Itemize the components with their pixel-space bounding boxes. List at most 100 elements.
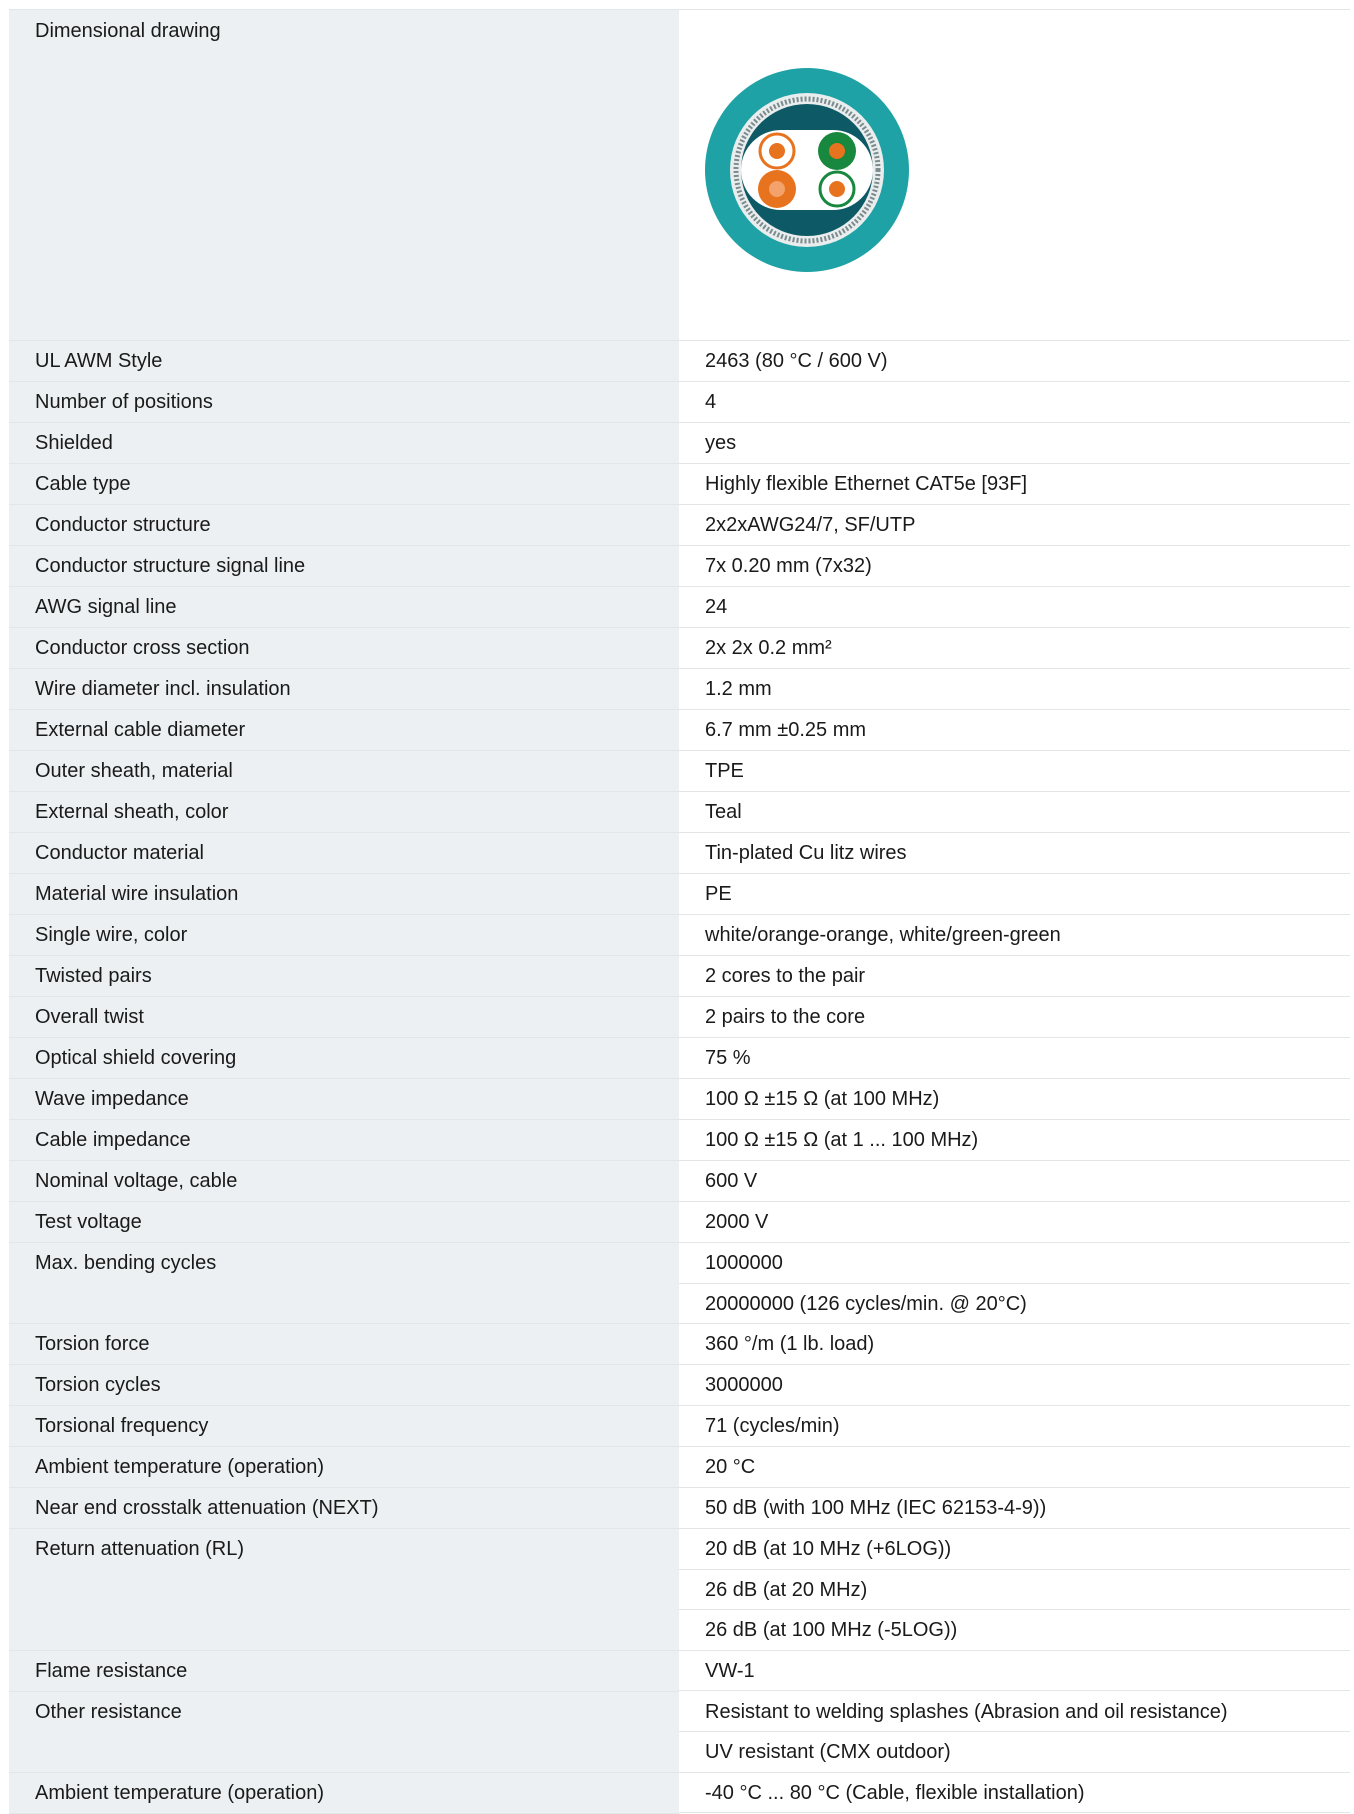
value-cell: 71 (cycles/min) bbox=[679, 1406, 1350, 1447]
value-cell: 100 Ω ±15 Ω (at 1 ... 100 MHz) bbox=[679, 1120, 1350, 1161]
value-cell: 20 dB (at 10 MHz (+6LOG)) 26 dB (at 20 MH… bbox=[679, 1529, 1350, 1651]
label-cell: Twisted pairs bbox=[9, 956, 679, 997]
value-cell: white/orange-orange, white/green-green bbox=[679, 915, 1350, 956]
row-value: 75 % bbox=[679, 1038, 1350, 1079]
value-cell: 2x 2x 0.2 mm² bbox=[679, 628, 1350, 669]
value-cell: yes bbox=[679, 423, 1350, 464]
table-row: Shielded yes bbox=[9, 423, 1350, 464]
table-row: Conductor cross section 2x 2x 0.2 mm² bbox=[9, 628, 1350, 669]
row-value: Tin-plated Cu litz wires bbox=[679, 833, 1350, 874]
label-cell: Flame resistance bbox=[9, 1650, 679, 1692]
value-cell: 100 Ω ±15 Ω (at 100 MHz) bbox=[679, 1079, 1350, 1120]
row-label: Return attenuation (RL) bbox=[35, 1538, 245, 1560]
table-row: Cable impedance 100 Ω ±15 Ω (at 1 ... 100… bbox=[9, 1120, 1350, 1161]
label-cell: Torsional frequency bbox=[9, 1406, 679, 1447]
row-label: Cable impedance bbox=[35, 1129, 191, 1151]
value-cell: -40 °C ... 80 °C (Cable, flexible instal… bbox=[679, 1772, 1350, 1814]
table-row: Torsional frequency 71 (cycles/min) bbox=[9, 1406, 1350, 1447]
table-row: Test voltage 2000 V bbox=[9, 1202, 1350, 1243]
table-row: Cable type Highly flexible Ethernet CAT5e… bbox=[9, 464, 1350, 505]
table-row: Optical shield covering 75 % bbox=[9, 1038, 1350, 1079]
value-cell: Highly flexible Ethernet CAT5e [93F] bbox=[679, 464, 1350, 505]
table-row: Torsion cycles 3000000 bbox=[9, 1365, 1350, 1406]
table-row: Single wire, color white/orange-orange, w… bbox=[9, 915, 1350, 956]
table-row: Ambient temperature (operation) -40 °C ..… bbox=[9, 1772, 1350, 1814]
row-label: Nominal voltage, cable bbox=[35, 1170, 238, 1192]
label-cell: Shielded bbox=[9, 423, 679, 464]
label-cell: Torsion force bbox=[9, 1324, 679, 1365]
row-value: TPE bbox=[679, 751, 1350, 792]
table-row: Other resistance Resistant to welding spl… bbox=[9, 1691, 1350, 1773]
value-cell: 2 pairs to the core bbox=[679, 997, 1350, 1038]
table-row: Conductor structure signal line 7x 0.20 m… bbox=[9, 546, 1350, 587]
label-cell: External sheath, color bbox=[9, 792, 679, 833]
label-cell: Torsion cycles bbox=[9, 1365, 679, 1406]
row-label: Torsional frequency bbox=[35, 1415, 209, 1437]
row-label: Flame resistance bbox=[35, 1659, 188, 1682]
row-value: Teal bbox=[679, 792, 1350, 833]
table-row: Conductor structure 2x2xAWG24/7, SF/UTP bbox=[9, 505, 1350, 546]
label-cell: Ambient temperature (operation) bbox=[9, 1772, 679, 1814]
table-row: Max. bending cycles 1000000 20000000 (126 … bbox=[9, 1243, 1350, 1324]
row-value: PE bbox=[679, 874, 1350, 915]
value-cell: 1000000 20000000 (126 cycles/min. @ 20°C) bbox=[679, 1243, 1350, 1324]
label-cell: Test voltage bbox=[9, 1202, 679, 1243]
label-cell: Optical shield covering bbox=[9, 1038, 679, 1079]
table-row: Flame resistance VW-1 bbox=[9, 1650, 1350, 1692]
value-cell: 360 °/m (1 lb. load) bbox=[679, 1324, 1350, 1365]
table-row: Overall twist 2 pairs to the core bbox=[9, 997, 1350, 1038]
label-cell: Wave impedance bbox=[9, 1079, 679, 1120]
value-cell: 3000000 bbox=[679, 1365, 1350, 1406]
row-label: Conductor cross section bbox=[35, 637, 250, 659]
table-row: Material wire insulation PE bbox=[9, 874, 1350, 915]
value-cell: 600 V bbox=[679, 1161, 1350, 1202]
label-cell: Cable type bbox=[9, 464, 679, 505]
value-cell: PE bbox=[679, 874, 1350, 915]
row-value: 20 °C bbox=[679, 1447, 1350, 1488]
row-value: 2x 2x 0.2 mm² bbox=[679, 628, 1350, 669]
value-cell: Resistant to welding splashes (Abrasion … bbox=[679, 1691, 1350, 1773]
row-label: Ambient temperature (operation) bbox=[35, 1781, 325, 1804]
row-label: Outer sheath, material bbox=[35, 760, 233, 782]
row-value: 20 dB (at 10 MHz (+6LOG)) bbox=[679, 1529, 1350, 1570]
row-label: Other resistance bbox=[35, 1700, 182, 1723]
label-cell: Conductor material bbox=[9, 833, 679, 874]
row-value: 100 Ω ±15 Ω (at 1 ... 100 MHz) bbox=[679, 1120, 1350, 1161]
label-cell: AWG signal line bbox=[9, 587, 679, 628]
row-label: Number of positions bbox=[35, 391, 213, 413]
row-label: Overall twist bbox=[35, 1006, 144, 1028]
table-row: External sheath, color Teal bbox=[9, 792, 1350, 833]
label-cell: Material wire insulation bbox=[9, 874, 679, 915]
row-value: 2 cores to the pair bbox=[679, 956, 1350, 997]
row-value: VW-1 bbox=[679, 1651, 1350, 1691]
label-cell: Nominal voltage, cable bbox=[9, 1161, 679, 1202]
table-row: Torsion force 360 °/m (1 lb. load) bbox=[9, 1324, 1350, 1365]
label-cell: Max. bending cycles bbox=[9, 1243, 679, 1324]
value-cell: 7x 0.20 mm (7x32) bbox=[679, 546, 1350, 587]
row-value: 71 (cycles/min) bbox=[679, 1406, 1350, 1447]
label-cell: Other resistance bbox=[9, 1691, 679, 1773]
row-label: External sheath, color bbox=[35, 801, 229, 823]
value-cell: Tin-plated Cu litz wires bbox=[679, 833, 1350, 874]
label-cell: Conductor structure signal line bbox=[9, 546, 679, 587]
row-label: Conductor material bbox=[35, 842, 204, 864]
row-label: Material wire insulation bbox=[35, 883, 239, 905]
table-row: External cable diameter 6.7 mm ±0.25 mm bbox=[9, 710, 1350, 751]
value-cell: 2463 (80 °C / 600 V) bbox=[679, 341, 1350, 382]
table-row: Wire diameter incl. insulation 1.2 mm bbox=[9, 669, 1350, 710]
table-row: Nominal voltage, cable 600 V bbox=[9, 1161, 1350, 1202]
table-row: Ambient temperature (operation) 20 °C bbox=[9, 1447, 1350, 1488]
value-cell: 2000 V bbox=[679, 1202, 1350, 1243]
row-label: Optical shield covering bbox=[35, 1047, 237, 1069]
row-label: Test voltage bbox=[35, 1211, 142, 1233]
label-cell: Overall twist bbox=[9, 997, 679, 1038]
row-value: 26 dB (at 100 MHz (-5LOG)) bbox=[679, 1610, 1350, 1651]
row-label: Torsion cycles bbox=[35, 1374, 161, 1396]
value-cell: 24 bbox=[679, 587, 1350, 628]
label-cell: Return attenuation (RL) bbox=[9, 1529, 679, 1651]
spec-rows: UL AWM Style 2463 (80 °C / 600 V) Number o… bbox=[9, 341, 1350, 1814]
row-label: Conductor structure bbox=[35, 514, 211, 536]
row-label: Ambient temperature (operation) bbox=[35, 1456, 325, 1478]
value-cell: VW-1 bbox=[679, 1650, 1350, 1692]
row-value: Highly flexible Ethernet CAT5e [93F] bbox=[679, 464, 1350, 505]
